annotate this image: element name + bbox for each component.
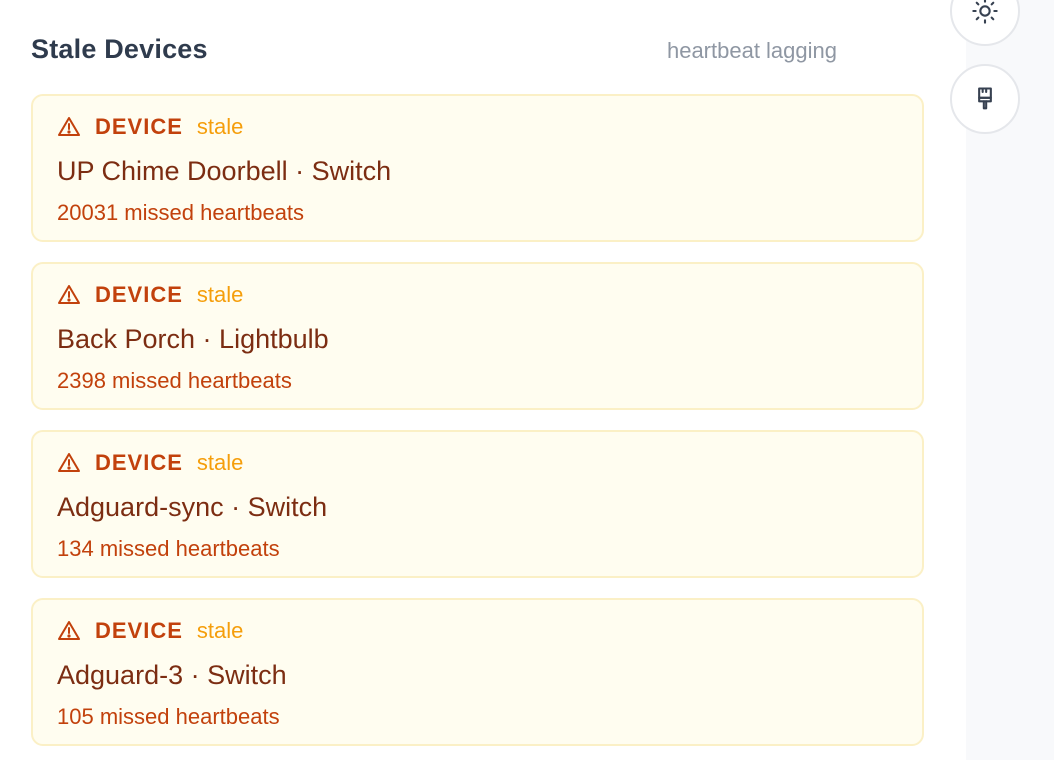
- stale-device-card[interactable]: DEVICE stale UP Chime Doorbell · Switch …: [31, 94, 924, 242]
- stale-device-card[interactable]: DEVICE stale Adguard-3 · Switch 105 miss…: [31, 598, 924, 746]
- item-kind: DEVICE: [95, 282, 183, 307]
- device-name: Adguard-sync · Switch: [57, 492, 328, 522]
- stale-devices-panel: Stale Devices heartbeat lagging DEVICE s…: [0, 0, 966, 760]
- missed-heartbeats: 105 missed heartbeats: [57, 704, 280, 729]
- card-top-row: DEVICE stale: [57, 618, 243, 644]
- warning-icon: [58, 285, 80, 304]
- sun-icon: [972, 0, 998, 24]
- card-top-row: DEVICE stale: [57, 282, 243, 308]
- stale-device-card[interactable]: DEVICE stale Adguard-sync · Switch 134 m…: [31, 430, 924, 578]
- missed-heartbeats: 2398 missed heartbeats: [57, 368, 292, 393]
- item-kind: DEVICE: [95, 450, 183, 475]
- customize-button[interactable]: [950, 64, 1020, 134]
- item-status: stale: [196, 450, 244, 475]
- card-top-row: DEVICE stale: [57, 114, 243, 140]
- card-top-row: DEVICE stale: [57, 450, 243, 476]
- device-name: Back Porch · Lightbulb: [57, 324, 329, 354]
- warning-icon: [58, 453, 80, 472]
- missed-heartbeats: 134 missed heartbeats: [57, 536, 280, 561]
- paintbrush-icon: [978, 87, 992, 110]
- device-name: Adguard-3 · Switch: [57, 660, 287, 690]
- item-status: stale: [196, 114, 244, 139]
- item-status: stale: [196, 282, 244, 307]
- missed-heartbeats: 20031 missed heartbeats: [57, 200, 305, 225]
- warning-icon: [58, 621, 80, 640]
- item-kind: DEVICE: [95, 618, 183, 643]
- device-name: UP Chime Doorbell · Switch: [57, 156, 392, 186]
- warning-icon: [58, 117, 80, 136]
- panel-title: Stale Devices: [31, 34, 208, 64]
- item-kind: DEVICE: [95, 114, 183, 139]
- item-status: stale: [196, 618, 244, 643]
- stale-device-card[interactable]: DEVICE stale Back Porch · Lightbulb 2398…: [31, 262, 924, 410]
- panel-subtitle: heartbeat lagging: [666, 38, 837, 63]
